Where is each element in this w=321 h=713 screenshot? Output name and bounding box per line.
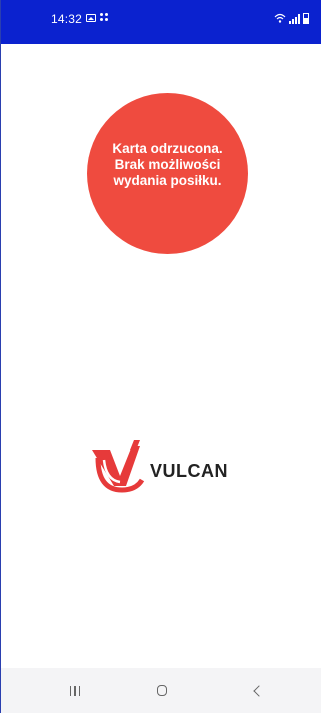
apps-grid-icon — [100, 13, 109, 22]
back-button[interactable] — [227, 668, 287, 713]
home-button[interactable] — [132, 668, 192, 713]
wifi-icon — [274, 13, 286, 23]
recents-button[interactable] — [45, 668, 105, 713]
home-icon — [157, 685, 167, 696]
navigation-bar — [1, 668, 321, 713]
recents-icon — [69, 685, 81, 696]
vulcan-logo: VULCAN — [90, 436, 228, 498]
app-screen: 14:32 Karta odrzucona. Brak możliwości w… — [0, 0, 321, 713]
battery-icon — [303, 13, 309, 24]
back-icon — [253, 684, 265, 697]
rejection-message-circle: Karta odrzucona. Brak możliwości wydania… — [87, 93, 248, 254]
rejection-message: Karta odrzucona. Brak możliwości wydania… — [112, 140, 223, 188]
gallery-icon — [86, 14, 96, 22]
vulcan-logo-mark-icon — [92, 440, 145, 493]
status-time: 14:32 — [51, 12, 83, 26]
vulcan-logo-text: VULCAN — [150, 460, 228, 481]
status-bar: 14:32 — [1, 0, 321, 44]
signal-icon — [289, 14, 300, 24]
status-indicators — [274, 10, 309, 24]
